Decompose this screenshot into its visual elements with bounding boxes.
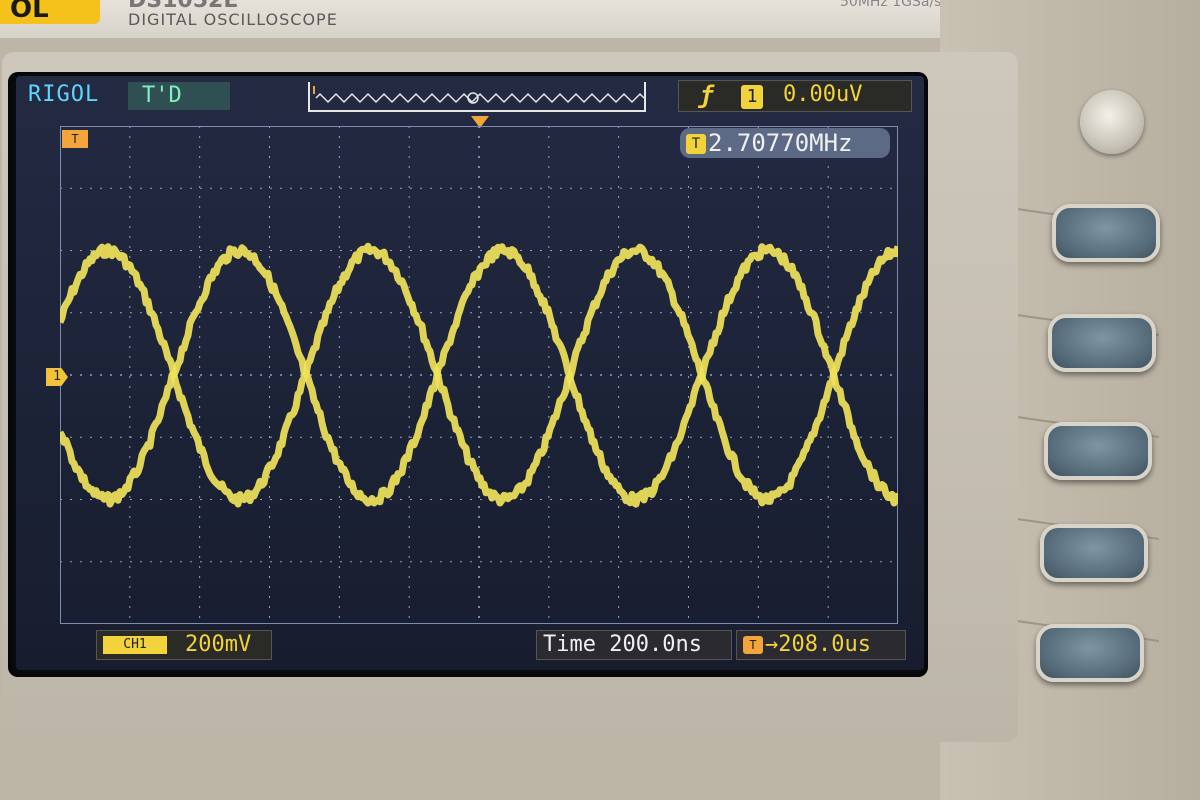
knob[interactable]	[1080, 90, 1144, 154]
channel-1-scale: CH1 200mV	[96, 630, 272, 660]
trigger-delay-value: →208.0us	[765, 632, 871, 657]
oscilloscope-screen: RIGOL T'D ƒ 1 0.00uV T 1 T 2.70770MHz CH1	[16, 76, 924, 670]
channel-1-volts-per-div: 200mV	[185, 632, 252, 657]
spec-text: 50MHz 1GSa/s	[840, 0, 942, 10]
menu-button-3[interactable]	[1044, 422, 1152, 480]
trigger-icon: T	[743, 636, 763, 654]
trigger-icon: T	[686, 134, 706, 154]
timebase-value: Time 200.0ns	[536, 630, 732, 660]
brand-logo: OL	[0, 0, 100, 24]
menu-button-1[interactable]	[1052, 204, 1160, 262]
waveform-graticule	[60, 126, 898, 624]
brand-label: RIGOL	[28, 82, 100, 107]
front-panel-label-strip: OL DS1052E DIGITAL OSCILLOSCOPE 50MHz 1G…	[0, 0, 1040, 38]
frequency-measurement: T 2.70770MHz	[680, 128, 890, 158]
menu-button-5[interactable]	[1036, 624, 1144, 682]
memory-waveform-icon	[313, 86, 645, 104]
screen-background: RIGOL T'D ƒ 1 0.00uV T 1 T 2.70770MHz CH1	[16, 76, 924, 670]
trigger-status: ƒ 1 0.00uV	[678, 80, 912, 112]
trigger-level-value: 0.00uV	[783, 82, 863, 107]
rising-edge-icon: ƒ	[699, 81, 714, 109]
grid-lines	[60, 126, 898, 624]
channel-1-icon: CH1	[103, 636, 167, 654]
trigger-delay: T →208.0us	[736, 630, 906, 660]
waveform-traces	[60, 242, 898, 508]
run-state-badge: T'D	[128, 82, 230, 110]
waveform-trace-2	[60, 243, 898, 508]
menu-button-2[interactable]	[1048, 314, 1156, 372]
frequency-value: 2.70770MHz	[708, 129, 853, 157]
device-name: DIGITAL OSCILLOSCOPE	[128, 10, 338, 29]
memory-position-strip	[308, 82, 646, 112]
menu-button-4[interactable]	[1040, 524, 1148, 582]
trigger-source-icon: 1	[741, 85, 763, 109]
waveform-trace-1	[60, 242, 898, 508]
